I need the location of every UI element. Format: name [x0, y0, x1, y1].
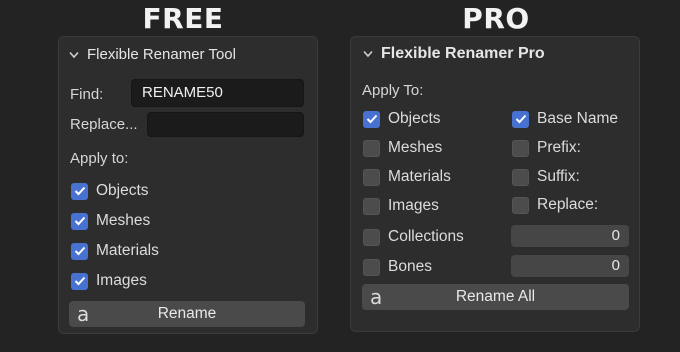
- checkbox-unchecked-icon[interactable]: [512, 196, 529, 214]
- option-label: Meshes: [388, 139, 443, 156]
- pro-option-suffix[interactable]: Suffix:: [512, 168, 580, 186]
- option-label: Objects: [96, 182, 149, 199]
- pro-panel-title: Flexible Renamer Pro: [381, 45, 545, 62]
- chevron-down-icon: [361, 47, 375, 61]
- checkbox-unchecked-icon[interactable]: [512, 168, 529, 186]
- find-label: Find:: [70, 86, 104, 103]
- option-label: Materials: [96, 242, 159, 259]
- checkbox-unchecked-icon[interactable]: [512, 139, 529, 157]
- find-input[interactable]: RENAME50: [131, 79, 304, 107]
- pro-option-bones[interactable]: Bones: [363, 258, 432, 276]
- pro-option-prefix[interactable]: Prefix:: [512, 139, 581, 157]
- text-a-icon: a: [370, 285, 383, 309]
- pro-option-replace[interactable]: Replace:: [512, 196, 598, 214]
- free-panel: Flexible Renamer Tool Find: RENAME50 Rep…: [58, 36, 318, 334]
- bones-count-field[interactable]: 0: [511, 255, 629, 277]
- checkbox-unchecked-icon[interactable]: [363, 258, 380, 276]
- rename-all-button[interactable]: a Rename All: [362, 284, 629, 310]
- checkbox-unchecked-icon[interactable]: [363, 139, 380, 157]
- option-label: Bones: [388, 258, 432, 275]
- checkbox-checked-icon[interactable]: [71, 182, 88, 200]
- chevron-down-icon: [67, 48, 81, 62]
- option-label: Meshes: [96, 212, 151, 229]
- collections-count-field[interactable]: 0: [511, 225, 629, 247]
- free-panel-title: Flexible Renamer Tool: [87, 46, 236, 63]
- option-label: Objects: [388, 110, 441, 127]
- pro-apply-label: Apply To:: [362, 82, 424, 99]
- checkbox-checked-icon[interactable]: [71, 272, 88, 290]
- free-option-images[interactable]: Images: [71, 272, 147, 290]
- pro-option-base-name[interactable]: Base Name: [512, 110, 618, 128]
- checkbox-checked-icon[interactable]: [71, 242, 88, 260]
- option-label: Replace:: [537, 196, 599, 213]
- text-a-icon: a: [77, 302, 90, 326]
- checkbox-checked-icon[interactable]: [363, 110, 380, 128]
- free-panel-header[interactable]: Flexible Renamer Tool: [67, 46, 236, 63]
- pro-panel-header[interactable]: Flexible Renamer Pro: [361, 45, 545, 63]
- pro-option-images[interactable]: Images: [363, 197, 439, 215]
- pro-option-meshes[interactable]: Meshes: [363, 139, 442, 157]
- rename-button-label: Rename: [157, 305, 217, 322]
- option-label: Collections: [388, 228, 464, 245]
- checkbox-unchecked-icon[interactable]: [363, 228, 380, 246]
- replace-label: Replace...: [70, 116, 138, 133]
- replace-input[interactable]: [147, 112, 304, 137]
- checkbox-unchecked-icon[interactable]: [363, 197, 380, 215]
- pro-option-materials[interactable]: Materials: [363, 168, 451, 186]
- option-label: Images: [388, 197, 439, 214]
- option-label: Suffix:: [537, 168, 580, 185]
- pro-option-collections[interactable]: Collections: [363, 228, 464, 246]
- checkbox-unchecked-icon[interactable]: [363, 168, 380, 186]
- free-option-meshes[interactable]: Meshes: [71, 212, 150, 230]
- rename-all-button-label: Rename All: [455, 288, 536, 305]
- checkbox-checked-icon[interactable]: [512, 110, 529, 128]
- option-label: Base Name: [537, 110, 618, 127]
- pro-option-objects[interactable]: Objects: [363, 110, 441, 128]
- pro-heading: PRO: [462, 2, 530, 35]
- pro-panel: Flexible Renamer Pro Apply To: Objects M…: [350, 36, 640, 332]
- option-label: Materials: [388, 168, 451, 185]
- free-option-objects[interactable]: Objects: [71, 182, 149, 200]
- rename-button[interactable]: a Rename: [69, 301, 305, 327]
- checkbox-checked-icon[interactable]: [71, 212, 88, 230]
- free-apply-label: Apply to:: [70, 150, 129, 167]
- free-option-materials[interactable]: Materials: [71, 242, 159, 260]
- option-label: Images: [96, 272, 147, 289]
- free-heading: FREE: [142, 2, 224, 35]
- option-label: Prefix:: [537, 139, 581, 156]
